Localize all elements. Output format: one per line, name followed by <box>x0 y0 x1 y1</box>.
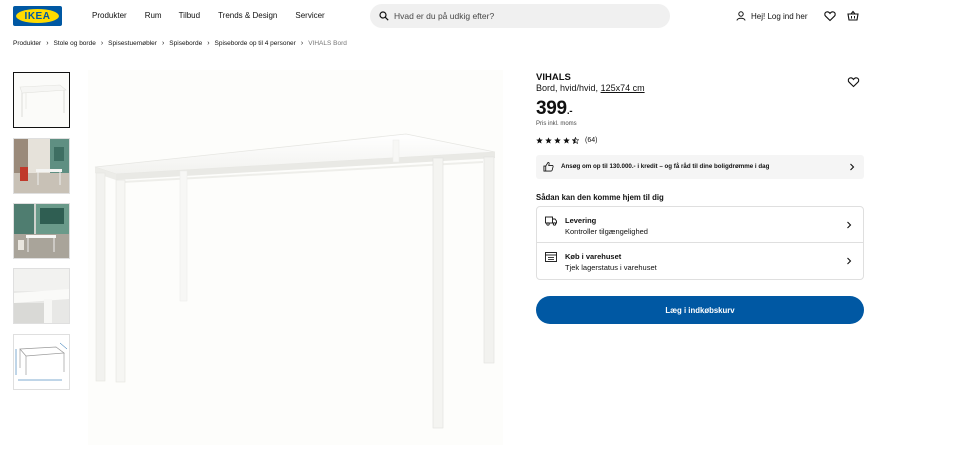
truck-icon <box>545 216 557 226</box>
delivery-options: Levering Kontroller tilgængelighed Køb i… <box>536 206 864 280</box>
rating-count: (64) <box>585 137 598 144</box>
table-product-image <box>88 70 503 445</box>
star-icon <box>545 137 552 144</box>
delivery-heading: Sådan kan den komme hjem til dig <box>536 193 664 202</box>
rating-stars <box>536 137 579 144</box>
breadcrumb-item[interactable]: Produkter <box>13 40 41 47</box>
breadcrumb-item[interactable]: Spiseborde op til 4 personer <box>215 40 296 47</box>
chevron-right-icon <box>847 221 852 229</box>
nav-item-rum[interactable]: Rum <box>145 11 162 20</box>
user-icon <box>736 11 746 21</box>
delivery-subtitle: Kontroller tilgængelighed <box>565 227 648 236</box>
store-row[interactable]: Køb i varehuset Tjek lagerstatus i vareh… <box>537 243 863 279</box>
thumbnail-5[interactable] <box>13 334 70 390</box>
breadcrumb-current: VIHALS Bord <box>308 40 347 47</box>
product-name: VIHALS <box>536 72 571 83</box>
chevron-right-icon <box>847 257 852 265</box>
table-thumbnail-image <box>14 73 69 127</box>
product-description: Bord, hvid/hvid, 125x74 cm <box>536 83 645 93</box>
room-thumbnail-image <box>14 204 69 258</box>
breadcrumb-item[interactable]: Stole og borde <box>54 40 96 47</box>
product-price: 399.- <box>536 98 573 120</box>
login-link[interactable]: Hej! Log ind her <box>736 11 807 21</box>
store-subtitle: Tjek lagerstatus i varehuset <box>565 263 657 272</box>
main-nav: Produkter Rum Tilbud Trends & Design Ser… <box>92 11 343 20</box>
search-input[interactable] <box>394 4 654 28</box>
chevron-right-icon <box>850 163 855 171</box>
rating[interactable]: (64) <box>536 137 597 144</box>
chevron-right-icon: › <box>300 40 304 47</box>
star-icon <box>563 137 570 144</box>
nav-item-servicer[interactable]: Servicer <box>295 11 324 20</box>
nav-item-tilbud[interactable]: Tilbud <box>179 11 201 20</box>
store-icon <box>545 252 557 262</box>
breadcrumb: Produkter › Stole og borde › Spisestuemø… <box>13 40 347 47</box>
star-icon <box>536 137 543 144</box>
breadcrumb-item[interactable]: Spiseborde <box>169 40 202 47</box>
main-product-image[interactable] <box>88 70 503 445</box>
product-size-link[interactable]: 125x74 cm <box>601 83 645 93</box>
heart-icon[interactable] <box>824 10 836 22</box>
cart-icon[interactable] <box>847 10 859 22</box>
nav-item-produkter[interactable]: Produkter <box>92 11 127 20</box>
favorite-heart-icon[interactable] <box>847 76 860 88</box>
half-star-icon <box>572 137 579 144</box>
ikea-logo[interactable]: IKEA <box>13 6 62 26</box>
detail-thumbnail-image <box>14 269 69 323</box>
chevron-right-icon: › <box>207 40 210 47</box>
chevron-right-icon: › <box>46 40 49 47</box>
product-desc-text: Bord, hvid/hvid, <box>536 83 599 93</box>
nav-item-trends[interactable]: Trends & Design <box>218 11 277 20</box>
price-suffix: .- <box>566 106 573 117</box>
search-bar[interactable] <box>370 4 670 28</box>
login-label: Hej! Log ind her <box>751 11 808 21</box>
breadcrumb-item[interactable]: Spisestuemøbler <box>108 40 157 47</box>
thumbnail-3[interactable] <box>13 203 70 259</box>
chevron-right-icon: › <box>161 40 165 47</box>
thumbnail-2[interactable] <box>13 138 70 194</box>
price-value: 399 <box>536 98 567 119</box>
thumbs-up-icon <box>543 161 554 172</box>
chevron-right-icon: › <box>100 40 104 47</box>
price-note: Pris inkl. moms <box>536 121 577 127</box>
delivery-title: Levering <box>565 216 597 225</box>
logo-text: IKEA <box>16 9 59 23</box>
dimensions-thumbnail-image <box>14 335 69 389</box>
star-icon <box>554 137 561 144</box>
delivery-row[interactable]: Levering Kontroller tilgængelighed <box>537 207 863 243</box>
thumbnail-1[interactable] <box>13 72 70 128</box>
add-to-cart-button[interactable]: Læg i indkøbskurv <box>536 296 864 324</box>
site-header: IKEA Produkter Rum Tilbud Trends & Desig… <box>0 0 960 34</box>
credit-banner[interactable]: Ansøg om op til 130.000.- i kredit – og … <box>536 155 864 179</box>
thumbnail-4[interactable] <box>13 268 70 324</box>
search-icon <box>379 11 389 21</box>
store-title: Køb i varehuset <box>565 252 622 261</box>
room-thumbnail-image <box>14 139 69 193</box>
credit-text: Ansøg om op til 130.000.- i kredit – og … <box>561 163 770 170</box>
